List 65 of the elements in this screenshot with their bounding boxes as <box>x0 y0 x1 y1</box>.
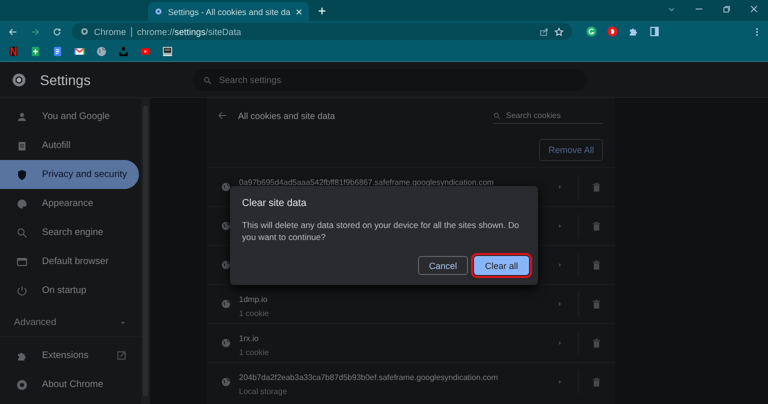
site-detail: Local storage <box>239 387 288 396</box>
bookmark-star-icon[interactable] <box>554 26 564 36</box>
chrome-logo-icon <box>12 72 26 86</box>
site-host: 1dmp.io <box>239 295 268 304</box>
sidebar-item[interactable]: Privacy and security <box>0 160 139 189</box>
scrollbar[interactable] <box>141 98 150 404</box>
sidebar-item[interactable]: About Chrome <box>0 370 139 399</box>
computer-icon[interactable] <box>162 46 173 57</box>
search-field[interactable]: Search settings <box>193 68 587 90</box>
chrome-logo-icon <box>80 27 89 36</box>
globe-icon[interactable] <box>96 46 107 57</box>
close-icon[interactable] <box>749 4 759 14</box>
reload-icon[interactable] <box>52 26 62 36</box>
globe-icon <box>221 221 231 231</box>
restore-icon[interactable] <box>722 4 731 14</box>
mail-icon[interactable] <box>74 46 85 57</box>
settings-title: Settings <box>40 72 92 88</box>
chrome-logo-icon <box>16 378 28 390</box>
sidebar-item[interactable]: Autofill <box>0 131 139 160</box>
site-host: 0a97b695d4ad5aaa542fbff81f9b6867.safeframe.googlesyndication.com <box>239 178 495 187</box>
sidebar-item[interactable]: On startup <box>0 276 139 305</box>
sidebar-item[interactable]: Extensions <box>0 341 139 370</box>
globe-icon <box>221 260 231 270</box>
clear-all-button[interactable]: Clear all <box>474 256 529 275</box>
address-bar[interactable]: Chrome chrome://settings/siteData <box>72 23 572 40</box>
spreadsheet-icon[interactable] <box>30 46 41 57</box>
n-logo-icon[interactable] <box>8 46 19 57</box>
power-icon <box>16 284 28 296</box>
sidebar-item[interactable]: You and Google <box>0 102 139 131</box>
page-title: All cookies and site data <box>238 110 336 120</box>
sidebar-item[interactable]: Search engine <box>0 218 139 247</box>
dialog-title: Clear site data <box>242 198 308 209</box>
site-host: 204b7da2f2eab3a33ca7b87d5b93b0ef.safeframe.googlesyndication.com <box>239 373 499 382</box>
remove-all-button[interactable]: Remove All <box>539 139 603 161</box>
site-host: 1rx.io <box>239 334 260 343</box>
sidebar-item[interactable]: Default browser <box>0 247 139 276</box>
palette-icon <box>16 198 28 210</box>
search-icon <box>203 76 212 84</box>
search-cookies-field[interactable]: Search cookies <box>493 108 603 124</box>
shield-icon <box>16 168 28 180</box>
globe-icon <box>221 377 231 387</box>
download-tray-icon[interactable] <box>118 46 129 57</box>
dialog-message: This will delete any data stored on your device for all the sites shown. Do you want to continue? <box>242 219 520 243</box>
document-icon[interactable] <box>52 46 63 57</box>
close-icon[interactable] <box>295 8 304 16</box>
search-icon <box>16 226 28 238</box>
grammar-extension-icon[interactable] <box>586 26 597 37</box>
back-arrow-icon[interactable] <box>217 110 228 121</box>
new-tab-icon[interactable] <box>317 6 328 16</box>
globe-icon <box>221 299 231 309</box>
play-video-icon[interactable] <box>140 46 151 57</box>
site-detail: 1 cookie <box>239 309 270 318</box>
clipboard-icon <box>16 140 28 152</box>
globe-icon <box>221 182 231 192</box>
share-icon[interactable] <box>539 26 549 36</box>
person-icon <box>16 110 28 122</box>
globe-icon <box>221 338 231 348</box>
browser-tab[interactable]: Settings - All cookies and site da <box>148 2 310 21</box>
extensions-icon[interactable] <box>628 26 639 37</box>
browser-window-icon <box>16 256 28 268</box>
site-detail: 1 cookie <box>239 348 270 357</box>
side-panel-icon[interactable] <box>649 26 660 37</box>
cancel-button[interactable]: Cancel <box>418 256 468 275</box>
search-icon <box>493 112 501 120</box>
sidebar-item[interactable]: Appearance <box>0 189 139 218</box>
